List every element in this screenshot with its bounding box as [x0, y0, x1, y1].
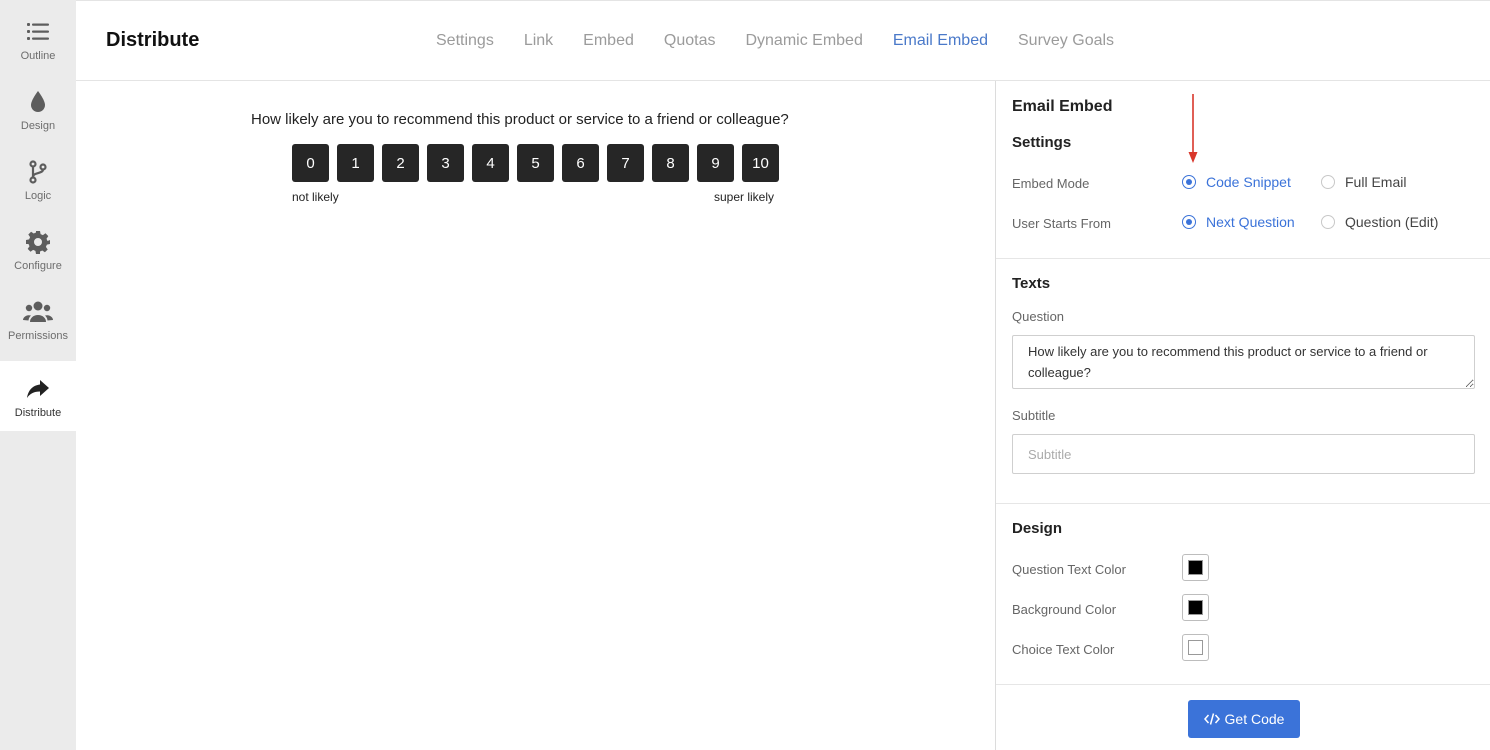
radio-code-snippet[interactable]: Code Snippet [1182, 174, 1291, 190]
divider [996, 503, 1490, 504]
sidebar-item-label: Configure [14, 260, 62, 272]
color-fill [1188, 640, 1203, 655]
tab-quotas[interactable]: Quotas [664, 32, 716, 50]
sidebar: Outline Design Logic Configure Permissio… [0, 0, 76, 750]
share-arrow-icon [27, 380, 49, 398]
scale-option[interactable]: 6 [562, 144, 599, 182]
tab-settings[interactable]: Settings [436, 32, 494, 50]
tab-survey-goals[interactable]: Survey Goals [1018, 32, 1114, 50]
droplet-icon [31, 91, 45, 112]
preview-question: How likely are you to recommend this pro… [251, 111, 789, 128]
sidebar-item-configure[interactable]: Configure [0, 214, 76, 284]
radio-selected-icon [1182, 175, 1196, 189]
scale-min-label: not likely [292, 190, 339, 204]
scale-option[interactable]: 2 [382, 144, 419, 182]
question-text-color-label: Question Text Color [1012, 562, 1126, 577]
get-code-button[interactable]: Get Code [1188, 700, 1300, 738]
choice-text-color-swatch[interactable] [1182, 634, 1209, 661]
branch-icon [29, 160, 47, 184]
scale-option[interactable]: 10 [742, 144, 779, 182]
annotation-arrow-icon [1188, 94, 1198, 163]
tab-bar: Settings Link Embed Quotas Dynamic Embed… [436, 32, 1144, 50]
design-heading: Design [1012, 520, 1063, 537]
background-color-swatch[interactable] [1182, 594, 1209, 621]
question-text-color-swatch[interactable] [1182, 554, 1209, 581]
tab-email-embed[interactable]: Email Embed [893, 32, 988, 50]
tab-embed[interactable]: Embed [583, 32, 634, 50]
radio-unselected-icon [1321, 175, 1335, 189]
scale-option[interactable]: 0 [292, 144, 329, 182]
users-icon [23, 301, 53, 322]
radio-label: Question (Edit) [1345, 214, 1439, 230]
question-textarea[interactable] [1012, 335, 1475, 389]
choice-text-color-label: Choice Text Color [1012, 642, 1115, 657]
settings-heading: Settings [1012, 134, 1072, 151]
texts-heading: Texts [1012, 275, 1051, 292]
scale-option[interactable]: 1 [337, 144, 374, 182]
radio-label: Code Snippet [1206, 174, 1291, 190]
radio-unselected-icon [1321, 215, 1335, 229]
background-color-label: Background Color [1012, 602, 1117, 617]
sidebar-item-distribute[interactable]: Distribute [0, 361, 76, 431]
code-icon [1203, 713, 1220, 725]
color-fill [1188, 560, 1203, 575]
embed-mode-label: Embed Mode [1012, 176, 1090, 191]
scale-option[interactable]: 3 [427, 144, 464, 182]
divider [996, 684, 1490, 685]
survey-preview: How likely are you to recommend this pro… [76, 81, 996, 750]
scale-option[interactable]: 7 [607, 144, 644, 182]
nps-scale: 0 1 2 3 4 5 6 7 8 9 10 [292, 144, 787, 182]
radio-selected-icon [1182, 215, 1196, 229]
sidebar-item-logic[interactable]: Logic [0, 144, 76, 214]
scale-option[interactable]: 9 [697, 144, 734, 182]
tab-dynamic-embed[interactable]: Dynamic Embed [745, 32, 862, 50]
radio-label: Next Question [1206, 214, 1295, 230]
sidebar-item-permissions[interactable]: Permissions [0, 284, 76, 354]
scale-option[interactable]: 8 [652, 144, 689, 182]
radio-question-edit[interactable]: Question (Edit) [1321, 214, 1438, 230]
top-bar: Distribute Settings Link Embed Quotas Dy… [76, 0, 1490, 81]
user-starts-from-label: User Starts From [1012, 216, 1111, 231]
subtitle-input[interactable] [1012, 434, 1475, 474]
radio-next-question[interactable]: Next Question [1182, 214, 1295, 230]
tab-link[interactable]: Link [524, 32, 553, 50]
panel-title: Email Embed [1012, 98, 1113, 115]
question-label: Question [1012, 309, 1065, 324]
gear-icon [26, 231, 50, 254]
scale-max-label: super likely [714, 190, 775, 204]
get-code-label: Get Code [1224, 711, 1285, 727]
sidebar-item-label: Outline [20, 50, 56, 62]
page-title: Distribute [106, 29, 200, 51]
radio-label: Full Email [1345, 174, 1407, 190]
sidebar-item-label: Logic [24, 190, 52, 202]
scale-option[interactable]: 5 [517, 144, 554, 182]
sidebar-item-label: Design [20, 120, 56, 132]
scale-option[interactable]: 4 [472, 144, 509, 182]
sidebar-item-design[interactable]: Design [0, 74, 76, 144]
list-icon [27, 23, 49, 40]
sidebar-item-outline[interactable]: Outline [0, 4, 76, 74]
sidebar-item-label: Distribute [14, 407, 62, 419]
subtitle-label: Subtitle [1012, 408, 1056, 423]
sidebar-item-label: Permissions [8, 330, 68, 342]
radio-full-email[interactable]: Full Email [1321, 174, 1406, 190]
divider [996, 258, 1490, 259]
settings-panel: Email Embed Settings Embed Mode Code Sni… [995, 81, 1490, 750]
color-fill [1188, 600, 1203, 615]
